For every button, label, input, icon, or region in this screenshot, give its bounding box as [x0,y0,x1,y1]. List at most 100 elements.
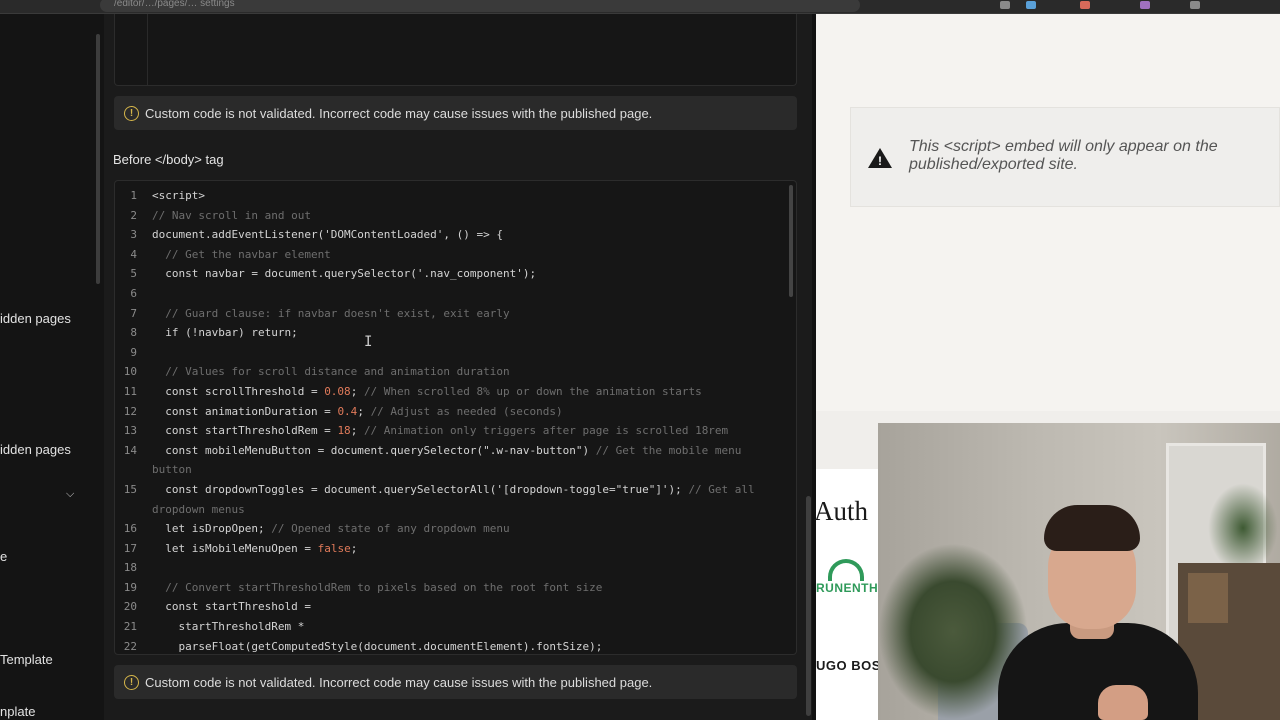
code-token: const dropdownToggles = document.querySe… [152,482,689,496]
presenter-hair [1044,505,1140,551]
code-token: 0.4 [337,404,358,418]
line-number: 3 [130,228,137,242]
line-number: 12 [123,404,137,418]
line-number: 4 [130,247,137,261]
code-line[interactable]: 10 // Values for scroll distance and ani… [115,362,785,382]
code-text: const dropdownToggles = document.querySe… [152,480,754,500]
code-line[interactable]: 19 // Convert startThresholdRem to pixel… [115,578,785,598]
code-token: const startThreshold = [152,600,311,614]
code-token: 18 [337,424,351,438]
nav-item-template[interactable]: nplate [0,704,35,719]
script-embed-placeholder[interactable]: ! This <script> embed will only appear o… [850,107,1280,207]
code-line[interactable]: 18 [115,558,785,578]
head-code-editor[interactable] [114,14,797,86]
body-code-editor[interactable]: 1 <script> 2 // Nav scroll in and out 3 docum… [114,180,797,655]
code-token: startThresholdRem * [152,620,305,634]
code-text: let isDropOpen; // Opened state of any d… [152,519,510,539]
address-bar[interactable]: /editor/…/pages/… settings [100,0,860,12]
code-line[interactable]: button [115,460,785,480]
code-token: ; [357,404,371,418]
line-number: 10 [123,365,137,379]
extension-icon[interactable] [1190,1,1200,9]
code-line[interactable]: 2 // Nav scroll in and out [115,206,785,226]
line-number: 1 [130,189,137,202]
nav-item[interactable]: e [0,549,7,564]
code-line[interactable]: 16 let isDropOpen; // Opened state of an… [115,519,785,539]
code-token: // Opened state of any dropdown menu [271,522,510,536]
code-token: document.addEventListener('DOMContentLoa… [152,228,503,242]
logo-arch-icon [828,559,864,581]
code-token: const navbar = document.querySelector('.… [152,267,537,281]
line-number: 8 [130,326,137,340]
code-token: const scrollThreshold = [152,384,325,398]
notice-text: Custom code is not validated. Incorrect … [145,674,653,690]
code-line[interactable]: 21 startThresholdRem * [115,617,785,637]
validation-notice: ! Custom code is not validated. Incorrec… [114,665,797,699]
panel-scrollbar[interactable] [806,496,811,716]
code-line[interactable]: dropdown menus [115,500,785,520]
nav-item-hidden-pages[interactable]: idden pages [0,311,71,326]
logo-text: RUNENTHA [816,581,888,595]
editor-scrollbar[interactable] [789,185,793,297]
line-number: 22 [123,639,137,653]
code-token: ; [350,541,358,555]
extension-icon[interactable] [1000,1,1010,9]
text-cursor-icon: I [364,334,373,350]
code-line[interactable]: 12 const animationDuration = 0.4; // Adj… [115,402,785,422]
warning-triangle-icon: ! [868,148,892,168]
code-text: // Convert startThresholdRem to pixels b… [152,578,602,598]
section-label-before-body: Before </body> tag [113,152,224,167]
code-line[interactable]: 9 [115,343,785,363]
code-token: if (!navbar) return; [152,326,298,340]
code-text: startThresholdRem * [152,617,304,637]
code-line[interactable]: 1 <script> [115,186,785,206]
line-number: 11 [123,384,137,398]
code-text: const startThresholdRem = 18; // Animati… [152,421,728,441]
line-number: 18 [123,561,137,575]
code-token: // When scrolled 8% up or down the anima… [363,384,702,398]
warning-icon: ! [124,105,139,121]
code-text: const mobileMenuButton = document.queryS… [152,441,741,461]
code-line[interactable]: 20 const startThreshold = [115,597,785,617]
code-line[interactable]: 11 const scrollThreshold = 0.08; // When… [115,382,785,402]
page-settings-panel: ! Custom code is not validated. Incorrec… [104,14,812,720]
code-text: document.addEventListener('DOMContentLoa… [152,225,503,245]
code-line[interactable]: 17 let isMobileMenuOpen = false; [115,539,785,559]
code-line[interactable]: 14 const mobileMenuButton = document.que… [115,441,785,461]
code-line[interactable]: 6 [115,284,785,304]
code-token: ; [350,424,364,438]
line-number: 15 [123,482,137,496]
extension-icon[interactable] [1080,1,1090,9]
line-number: 2 [130,208,137,222]
code-line[interactable]: 22 parseFloat(getComputedStyle(document.… [115,637,785,654]
author-heading: Auth [814,496,868,526]
code-text: // Values for scroll distance and animat… [152,362,510,382]
code-token: // Get the navbar element [152,247,331,261]
line-number: 16 [123,522,137,536]
code-line[interactable]: 8 if (!navbar) return; [115,323,785,343]
nav-item-template[interactable]: Template [0,652,53,667]
code-line[interactable]: 7 // Guard clause: if navbar doesn't exi… [115,304,785,324]
code-token: <script> [152,189,205,202]
chevron-down-icon[interactable]: ⌵ [66,488,78,500]
code-token: let isMobileMenuOpen = [152,541,318,555]
code-line[interactable]: 15 const dropdownToggles = document.quer… [115,480,785,500]
line-number: 7 [130,306,137,320]
code-token: // Nav scroll in and out [152,208,311,222]
notice-text: Custom code is not validated. Incorrect … [145,105,653,121]
code-line[interactable]: 3 document.addEventListener('DOMContentLo… [115,225,785,245]
nav-item-hidden-pages[interactable]: idden pages [0,442,71,457]
code-token: // Values for scroll distance and animat… [152,365,510,379]
extension-icon[interactable] [1140,1,1150,9]
code-line[interactable]: 13 const startThresholdRem = 18; // Anim… [115,421,785,441]
code-text: const startThreshold = [152,597,311,617]
code-line[interactable]: 5 const navbar = document.querySelector(… [115,264,785,284]
left-nav-scrollbar[interactable] [96,34,100,284]
extension-icon[interactable] [1026,1,1036,9]
code-token: let isDropOpen; [152,522,272,536]
code-token: // Get the mobile menu [595,443,742,457]
code-token: // Convert startThresholdRem to pixels b… [152,580,603,594]
code-line[interactable]: 4 // Get the navbar element [115,245,785,265]
webcam-shelf-item [1188,573,1228,623]
code-token: false [317,541,351,555]
